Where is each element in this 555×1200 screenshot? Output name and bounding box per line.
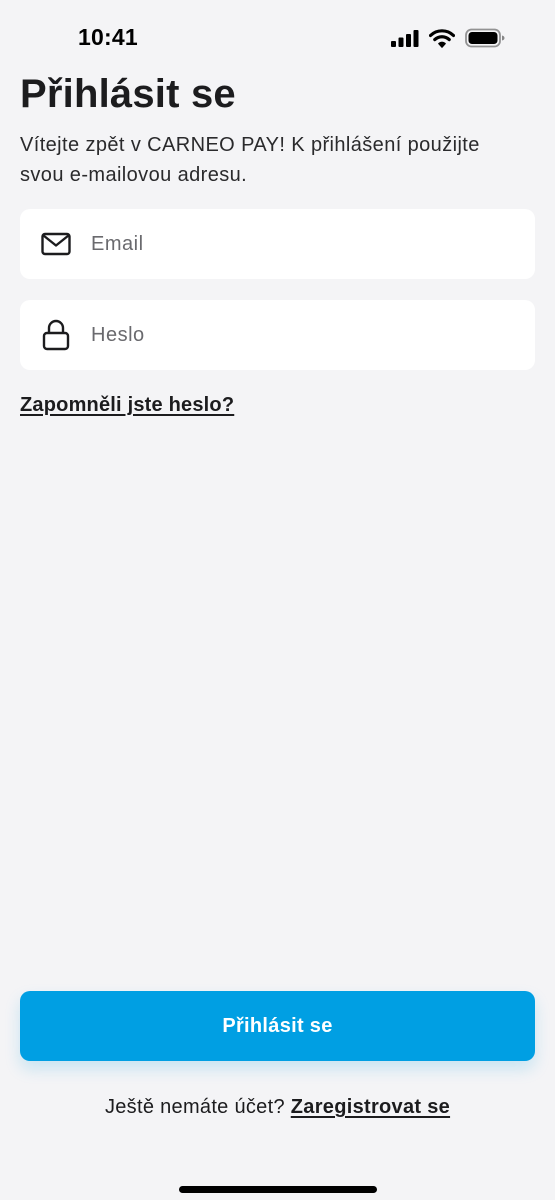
email-field[interactable] bbox=[20, 209, 535, 279]
home-indicator[interactable] bbox=[179, 1186, 377, 1193]
status-bar: 10:41 bbox=[0, 0, 555, 76]
email-input[interactable] bbox=[91, 209, 521, 279]
wifi-icon bbox=[429, 28, 455, 48]
password-input[interactable] bbox=[91, 300, 521, 370]
forgot-password-link[interactable]: Zapomněli jste heslo? bbox=[20, 394, 234, 417]
login-button[interactable]: Přihlásit se bbox=[20, 991, 535, 1061]
register-prompt-text: Ještě nemáte účet? bbox=[104, 1096, 285, 1118]
lock-icon bbox=[40, 319, 72, 351]
page-title: Přihlásit se bbox=[20, 72, 236, 116]
password-field[interactable] bbox=[20, 300, 535, 370]
register-link[interactable]: Zaregistrovat se bbox=[291, 1096, 450, 1118]
status-icons bbox=[391, 27, 505, 49]
envelope-icon bbox=[40, 228, 72, 260]
cellular-signal-icon bbox=[391, 29, 419, 47]
status-time: 10:41 bbox=[78, 24, 138, 50]
battery-icon bbox=[465, 28, 505, 48]
page-subtitle: Vítejte zpět v CARNEO PAY! K přihlášení … bbox=[20, 134, 480, 186]
register-prompt-line: Ještě nemáte účet? Zaregistrovat se bbox=[0, 1096, 555, 1119]
